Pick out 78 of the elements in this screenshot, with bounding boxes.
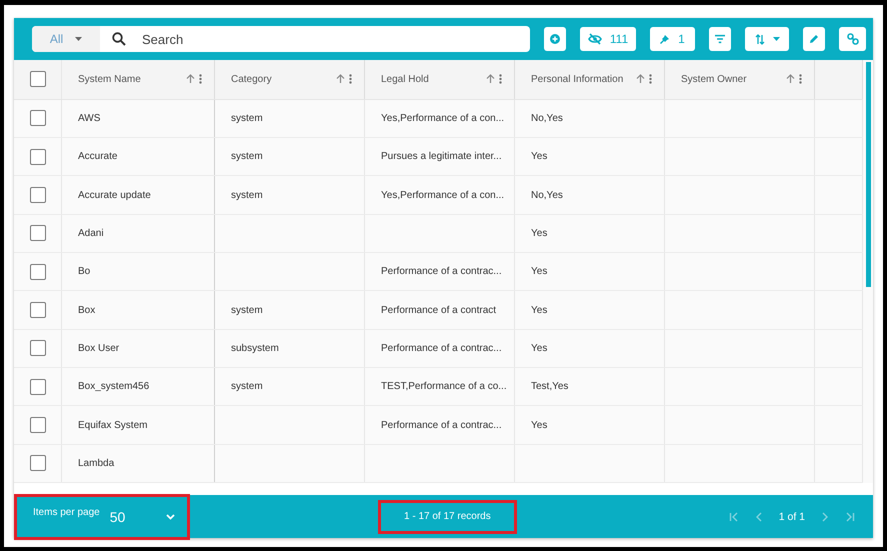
table-cell: Test,Yes — [531, 381, 568, 392]
table-cell: system — [231, 304, 263, 316]
sort-arrow-icon[interactable] — [486, 74, 495, 84]
select-all-checkbox[interactable] — [30, 71, 46, 88]
items-per-page-label: Items per page — [33, 507, 100, 518]
table-cell: Pursues a legitimate inter... — [381, 151, 502, 162]
link-icon — [846, 33, 858, 45]
table-cell: Yes — [531, 342, 548, 354]
caret-icon — [75, 37, 82, 41]
column-header[interactable]: Personal Information — [515, 60, 665, 99]
table-cell: Yes — [531, 228, 548, 239]
chevron-down-icon — [166, 514, 175, 520]
row-checkbox[interactable] — [30, 148, 46, 165]
table-cell: Yes — [531, 304, 548, 316]
row-checkbox[interactable] — [30, 187, 46, 204]
table-cell: Box — [78, 304, 96, 316]
table-cell: Performance of a contract — [381, 304, 496, 316]
sort-arrow-icon[interactable] — [186, 74, 195, 84]
pencil-icon — [809, 34, 819, 44]
record-count: 1 - 17 of 17 records — [378, 500, 517, 534]
sort-icon — [754, 34, 764, 44]
column-menu-icon[interactable] — [649, 74, 652, 84]
column-header[interactable]: Category — [215, 60, 365, 99]
sort-arrow-icon[interactable] — [636, 74, 645, 84]
row-checkbox[interactable] — [30, 302, 46, 318]
row-checkbox[interactable] — [30, 417, 46, 434]
table-cell: Accurate — [78, 151, 118, 162]
page-indicator: 1 of 1 — [778, 510, 805, 522]
table-cell: subsystem — [231, 342, 279, 354]
column-menu-icon[interactable] — [499, 74, 502, 84]
row-checkbox[interactable] — [30, 340, 46, 356]
table-cell: Yes — [531, 266, 548, 278]
table-cell: Yes,Performance of a con... — [381, 190, 504, 201]
column-menu-icon[interactable] — [349, 74, 352, 84]
table-cell: Performance of a contrac... — [381, 266, 502, 278]
sort-arrow-icon[interactable] — [336, 74, 345, 84]
table-cell: Adani — [78, 228, 104, 239]
row-checkbox[interactable] — [30, 455, 46, 472]
search-icon — [112, 32, 126, 46]
table-cell: system — [231, 190, 263, 201]
table-cell: Yes,Performance of a con... — [381, 112, 504, 124]
row-checkbox[interactable] — [30, 225, 46, 242]
table-cell: Yes — [531, 151, 548, 162]
eye-off-icon — [588, 33, 602, 45]
table-cell: system — [231, 381, 263, 392]
table-cell: Accurate update — [78, 190, 151, 201]
table-cell: Yes — [531, 420, 548, 431]
table-cell: TEST,Performance of a co... — [381, 381, 507, 392]
link-button[interactable] — [839, 27, 866, 51]
add-button[interactable] — [544, 27, 566, 51]
table-cell: AWS — [78, 112, 100, 124]
column-header[interactable]: Legal Hold — [365, 60, 515, 99]
row-checkbox[interactable] — [30, 264, 46, 280]
row-checkbox[interactable] — [30, 378, 46, 395]
column-header[interactable]: System Name — [62, 60, 215, 99]
table-cell: No,Yes — [531, 112, 563, 124]
table-cell: system — [231, 112, 263, 124]
edit-button[interactable] — [803, 27, 825, 51]
table-cell: system — [231, 151, 263, 162]
column-menu-icon[interactable] — [199, 74, 202, 84]
table-cell: Performance of a contrac... — [381, 342, 502, 354]
caret-icon — [772, 37, 780, 41]
table-cell: Equifax System — [78, 420, 148, 431]
column-menu-icon[interactable] — [799, 74, 802, 84]
table-cell: Lambda — [78, 458, 114, 469]
table-cell: Performance of a contrac... — [381, 420, 502, 431]
sort-button[interactable] — [745, 27, 789, 51]
table-cell: Box User — [78, 342, 120, 354]
sort-arrow-icon[interactable] — [786, 74, 795, 84]
pin-icon — [660, 34, 670, 44]
column-header[interactable]: System Owner — [665, 60, 815, 99]
table-cell: Bo — [78, 266, 90, 278]
plus-circle-icon — [550, 33, 560, 45]
table-cell: No,Yes — [531, 190, 563, 201]
filter-button[interactable] — [709, 27, 731, 51]
filter-icon — [715, 34, 725, 44]
row-checkbox[interactable] — [30, 110, 46, 126]
table-cell: Box_system456 — [78, 381, 150, 392]
